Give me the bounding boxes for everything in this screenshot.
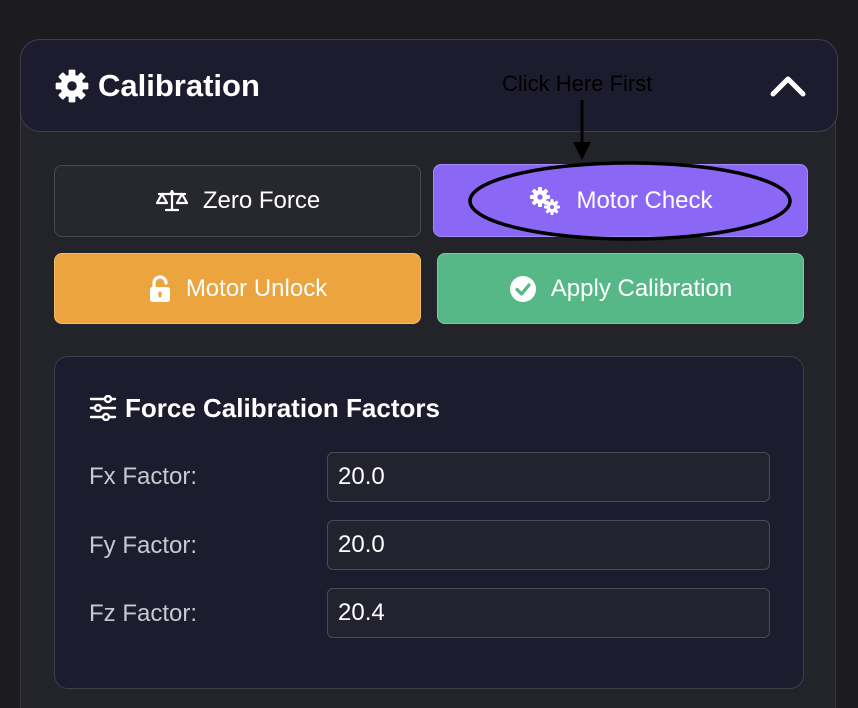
calibration-panel-header[interactable]: Calibration (20, 39, 838, 132)
gears-icon (530, 186, 561, 215)
check-circle-icon (509, 275, 536, 302)
fx-factor-input[interactable] (327, 452, 770, 502)
page: Calibration Zero Force Motor Check Motor… (0, 0, 858, 708)
chevron-up-icon[interactable] (769, 70, 807, 100)
apply-calibration-label: Apply Calibration (550, 274, 733, 302)
fy-factor-label: Fy Factor: (89, 532, 198, 559)
motor-check-label: Motor Check (576, 186, 713, 214)
unlock-icon (149, 274, 170, 302)
annotation-text: Click Here First (502, 71, 653, 96)
balance-scale-icon (155, 189, 188, 212)
fz-factor-input[interactable] (327, 588, 770, 638)
factors-title: Force Calibration Factors (125, 393, 440, 423)
gear-icon (55, 69, 89, 103)
motor-check-button[interactable]: Motor Check (433, 164, 808, 237)
motor-unlock-label: Motor Unlock (185, 274, 328, 302)
fz-factor-label: Fz Factor: (89, 600, 198, 627)
fy-factor-input[interactable] (327, 520, 770, 570)
motor-unlock-button[interactable]: Motor Unlock (54, 253, 421, 324)
force-calibration-factors-card: Force Calibration Factors Fx Factor: Fy … (54, 356, 804, 689)
apply-calibration-button[interactable]: Apply Calibration (437, 253, 804, 324)
panel-title: Calibration (98, 68, 260, 103)
fx-factor-label: Fx Factor: (89, 463, 198, 490)
sliders-icon (89, 395, 117, 421)
zero-force-button[interactable]: Zero Force (54, 165, 421, 237)
zero-force-label: Zero Force (202, 187, 321, 214)
